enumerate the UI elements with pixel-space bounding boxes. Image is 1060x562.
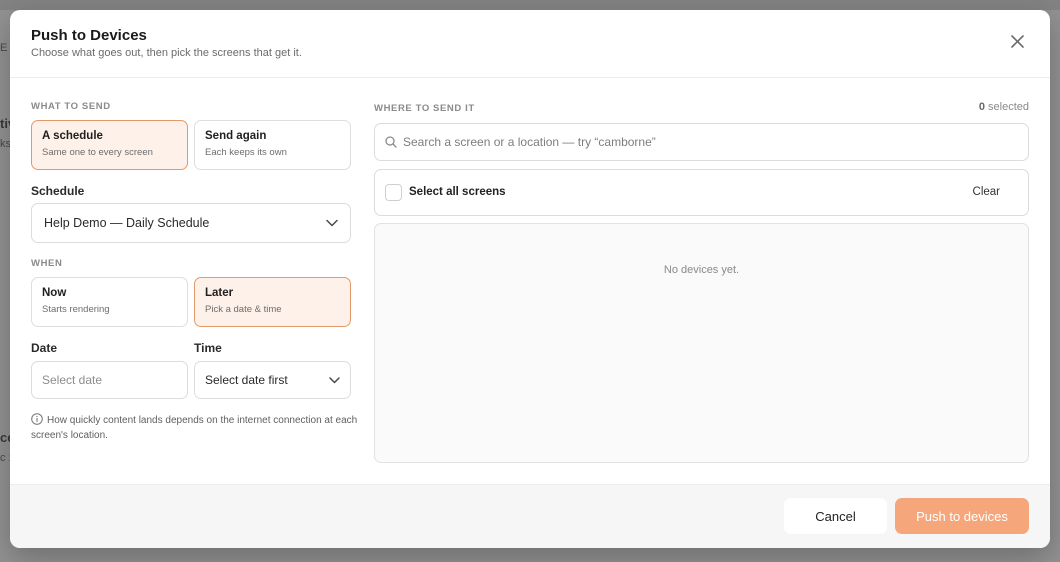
- dialog-title: Push to Devices: [31, 27, 147, 44]
- when-label: WHEN: [31, 258, 63, 269]
- option-subtitle: Starts rendering: [42, 304, 110, 315]
- close-icon: [1010, 34, 1024, 48]
- select-all-checkbox[interactable]: [385, 184, 402, 201]
- chevron-down-icon: [329, 376, 340, 383]
- dialog-subtitle: Choose what goes out, then pick the scre…: [31, 47, 302, 59]
- date-label: Date: [31, 341, 58, 355]
- cancel-button[interactable]: Cancel: [784, 498, 887, 534]
- push-to-devices-button[interactable]: Push to devices: [895, 498, 1029, 534]
- time-select[interactable]: Select date first: [194, 361, 351, 399]
- push-to-devices-dialog: Push to Devices Choose what goes out, th…: [10, 10, 1050, 548]
- option-title: A schedule: [42, 130, 103, 142]
- info-note: How quickly content lands depends on the…: [31, 413, 361, 443]
- option-subtitle: Each keeps its own: [205, 147, 287, 158]
- option-later[interactable]: Later Pick a date & time: [194, 277, 351, 327]
- selected-count-suffix: selected: [988, 101, 1029, 113]
- schedule-label: Schedule: [31, 184, 85, 198]
- option-title: Now: [42, 287, 67, 299]
- clear-button[interactable]: Clear: [973, 186, 1000, 198]
- chevron-down-icon: [326, 219, 338, 227]
- device-search[interactable]: [374, 123, 1029, 161]
- selected-count: 0 selected: [979, 101, 1029, 113]
- empty-state-text: No devices yet.: [663, 264, 740, 276]
- date-input[interactable]: [31, 361, 188, 399]
- info-icon: [31, 413, 43, 425]
- option-a-schedule[interactable]: A schedule Same one to every screen: [31, 120, 188, 170]
- selected-count-number: 0: [978, 101, 985, 113]
- dialog-header: Push to Devices Choose what goes out, th…: [10, 10, 1050, 78]
- select-all-row: Select all screens Clear: [374, 169, 1029, 216]
- schedule-select[interactable]: Help Demo — Daily Schedule: [31, 203, 351, 243]
- time-select-value: Select date first: [205, 373, 288, 387]
- time-label: Time: [194, 341, 222, 355]
- schedule-select-value: Help Demo — Daily Schedule: [44, 216, 210, 230]
- option-title: Later: [205, 287, 234, 299]
- dialog-footer: Cancel Push to devices: [10, 484, 1050, 548]
- option-send-again[interactable]: Send again Each keeps its own: [194, 120, 351, 170]
- search-icon: [385, 136, 397, 148]
- info-note-text: How quickly content lands depends on the…: [31, 415, 358, 441]
- option-title: Send again: [205, 130, 267, 142]
- option-subtitle: Same one to every screen: [42, 147, 153, 158]
- search-input[interactable]: [403, 124, 1018, 160]
- device-list: No devices yet.: [374, 223, 1029, 463]
- close-button[interactable]: [1008, 32, 1026, 50]
- option-subtitle: Pick a date & time: [205, 304, 282, 315]
- select-all-label[interactable]: Select all screens: [409, 186, 506, 198]
- what-to-send-label: WHAT TO SEND: [31, 101, 111, 112]
- option-now[interactable]: Now Starts rendering: [31, 277, 188, 327]
- where-to-send-label: WHERE TO SEND IT: [374, 103, 475, 114]
